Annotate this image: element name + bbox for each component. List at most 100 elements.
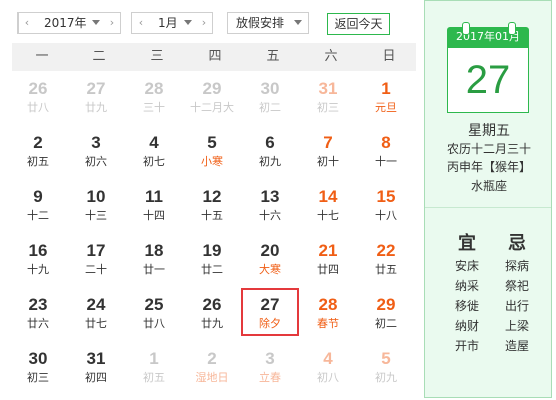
day-cell[interactable]: 30 初三 xyxy=(9,342,67,390)
lunar-label: 廿九 xyxy=(85,101,107,114)
lunar-label: 十五 xyxy=(201,209,223,222)
day-number: 30 xyxy=(28,349,48,368)
day-cell[interactable]: 6 初九 xyxy=(241,126,299,174)
year-selector[interactable]: ‹ 2017年 › xyxy=(17,12,121,34)
back-to-today-button[interactable]: 返回今天 xyxy=(327,13,390,35)
lunar-label: 廿九 xyxy=(201,317,223,330)
day-cell[interactable]: 29 十二月大 xyxy=(183,72,241,120)
lunar-label: 元旦 xyxy=(375,101,397,114)
date-card-day: 27 xyxy=(447,47,529,113)
day-number: 18 xyxy=(144,241,164,260)
year-dropdown-icon[interactable] xyxy=(92,20,100,25)
day-cell[interactable]: 2 初五 xyxy=(9,126,67,174)
lunar-label: 初四 xyxy=(85,371,107,384)
calendar-ring-icon xyxy=(462,22,470,35)
day-cell[interactable]: 3 立春 xyxy=(241,342,299,390)
day-cell[interactable]: 8 十一 xyxy=(357,126,415,174)
day-cell[interactable]: 12 十五 xyxy=(183,180,241,228)
day-cell[interactable]: 20 大寒 xyxy=(241,234,299,282)
day-cell[interactable]: 2 湿地日 xyxy=(183,342,241,390)
day-cell[interactable]: 31 初四 xyxy=(67,342,125,390)
day-number: 25 xyxy=(144,295,164,314)
lunar-label: 十八 xyxy=(375,209,397,222)
prev-month-button[interactable]: ‹ xyxy=(132,13,150,33)
day-cell[interactable]: 5 小寒 xyxy=(183,126,241,174)
day-cell[interactable]: 18 廿一 xyxy=(125,234,183,282)
yi-item: 开市 xyxy=(454,339,479,353)
yi-item: 纳采 xyxy=(454,279,479,293)
lunar-label: 初九 xyxy=(375,371,397,384)
prev-year-button[interactable]: ‹ xyxy=(18,13,36,33)
day-cell[interactable]: 9 十二 xyxy=(9,180,67,228)
day-number: 26 xyxy=(202,295,222,314)
day-number: 10 xyxy=(86,187,106,206)
lunar-label: 廿二 xyxy=(201,263,223,276)
lunar-label: 十七 xyxy=(317,209,339,222)
day-cell[interactable]: 28 春节 xyxy=(299,288,357,336)
day-grid: 26 廿八 27 廿九 28 三十 29 十二月大 30 初二 31 初三 1 元旦 2 初五 3 初六 4 初七 5 小… xyxy=(0,72,424,400)
day-cell[interactable]: 5 初九 xyxy=(357,342,415,390)
day-cell[interactable]: 29 初二 xyxy=(357,288,415,336)
holiday-schedule-select[interactable]: 放假安排 xyxy=(227,12,309,34)
day-number: 29 xyxy=(376,295,396,314)
lunar-label: 二十 xyxy=(85,263,107,276)
day-number: 22 xyxy=(376,241,396,260)
day-cell[interactable]: 13 十六 xyxy=(241,180,299,228)
year-label[interactable]: 2017年 xyxy=(44,13,87,33)
day-number: 27 xyxy=(86,79,106,98)
lunar-label: 十六 xyxy=(259,209,281,222)
holiday-select-label[interactable]: 放假安排 xyxy=(236,13,284,33)
selected-day-cell[interactable]: 27 除夕 xyxy=(241,288,299,336)
day-cell[interactable]: 7 初十 xyxy=(299,126,357,174)
day-cell[interactable]: 19 廿二 xyxy=(183,234,241,282)
lunar-label: 湿地日 xyxy=(195,371,229,384)
month-label[interactable]: 1月 xyxy=(158,13,178,33)
day-cell[interactable]: 4 初七 xyxy=(125,126,183,174)
lunar-label: 十三 xyxy=(85,209,107,222)
day-cell[interactable]: 16 十九 xyxy=(9,234,67,282)
month-dropdown-icon[interactable] xyxy=(184,20,192,25)
day-cell[interactable]: 31 初三 xyxy=(299,72,357,120)
day-cell[interactable]: 10 十三 xyxy=(67,180,125,228)
month-selector[interactable]: ‹ 1月 › xyxy=(131,12,213,34)
day-cell[interactable]: 4 初八 xyxy=(299,342,357,390)
day-number: 1 xyxy=(149,349,159,368)
day-cell[interactable]: 21 廿四 xyxy=(299,234,357,282)
day-cell[interactable]: 25 廿八 xyxy=(125,288,183,336)
day-cell[interactable]: 24 廿七 xyxy=(67,288,125,336)
next-year-button[interactable]: › xyxy=(103,13,121,33)
day-detail-panel: 2017年01月 27 星期五 农历十二月三十 丙申年【猴年】 水瓶座 宜 忌 … xyxy=(424,0,552,398)
weekday-thu: 四 xyxy=(208,49,222,64)
holiday-dropdown-icon[interactable] xyxy=(294,20,302,25)
day-cell[interactable]: 1 初五 xyxy=(125,342,183,390)
day-number: 4 xyxy=(323,349,333,368)
lunar-label: 廿六 xyxy=(27,317,49,330)
next-month-button[interactable]: › xyxy=(195,13,213,33)
day-number: 16 xyxy=(28,241,48,260)
lunar-label: 初二 xyxy=(375,317,397,330)
day-number: 28 xyxy=(144,79,164,98)
lunar-label: 初五 xyxy=(27,155,49,168)
day-cell[interactable]: 1 元旦 xyxy=(357,72,415,120)
day-cell[interactable]: 15 十八 xyxy=(357,180,415,228)
day-cell[interactable]: 27 廿九 xyxy=(67,72,125,120)
day-cell[interactable]: 3 初六 xyxy=(67,126,125,174)
day-cell[interactable]: 17 二十 xyxy=(67,234,125,282)
day-number: 11 xyxy=(145,187,163,206)
weekday-fri: 五 xyxy=(266,49,280,64)
lunar-label: 初五 xyxy=(143,371,165,384)
lunar-label: 春节 xyxy=(317,317,339,330)
day-number: 31 xyxy=(86,349,106,368)
day-cell[interactable]: 28 三十 xyxy=(125,72,183,120)
day-cell[interactable]: 22 廿五 xyxy=(357,234,415,282)
day-cell[interactable]: 26 廿八 xyxy=(9,72,67,120)
day-number: 19 xyxy=(202,241,222,260)
day-cell[interactable]: 26 廿九 xyxy=(183,288,241,336)
ganzhi-year: 丙申年【猴年】 xyxy=(446,160,531,174)
day-number: 31 xyxy=(318,79,338,98)
lunar-label: 初八 xyxy=(317,371,339,384)
day-cell[interactable]: 11 十四 xyxy=(125,180,183,228)
day-cell[interactable]: 23 廿六 xyxy=(9,288,67,336)
day-cell[interactable]: 14 十七 xyxy=(299,180,357,228)
day-cell[interactable]: 30 初二 xyxy=(241,72,299,120)
